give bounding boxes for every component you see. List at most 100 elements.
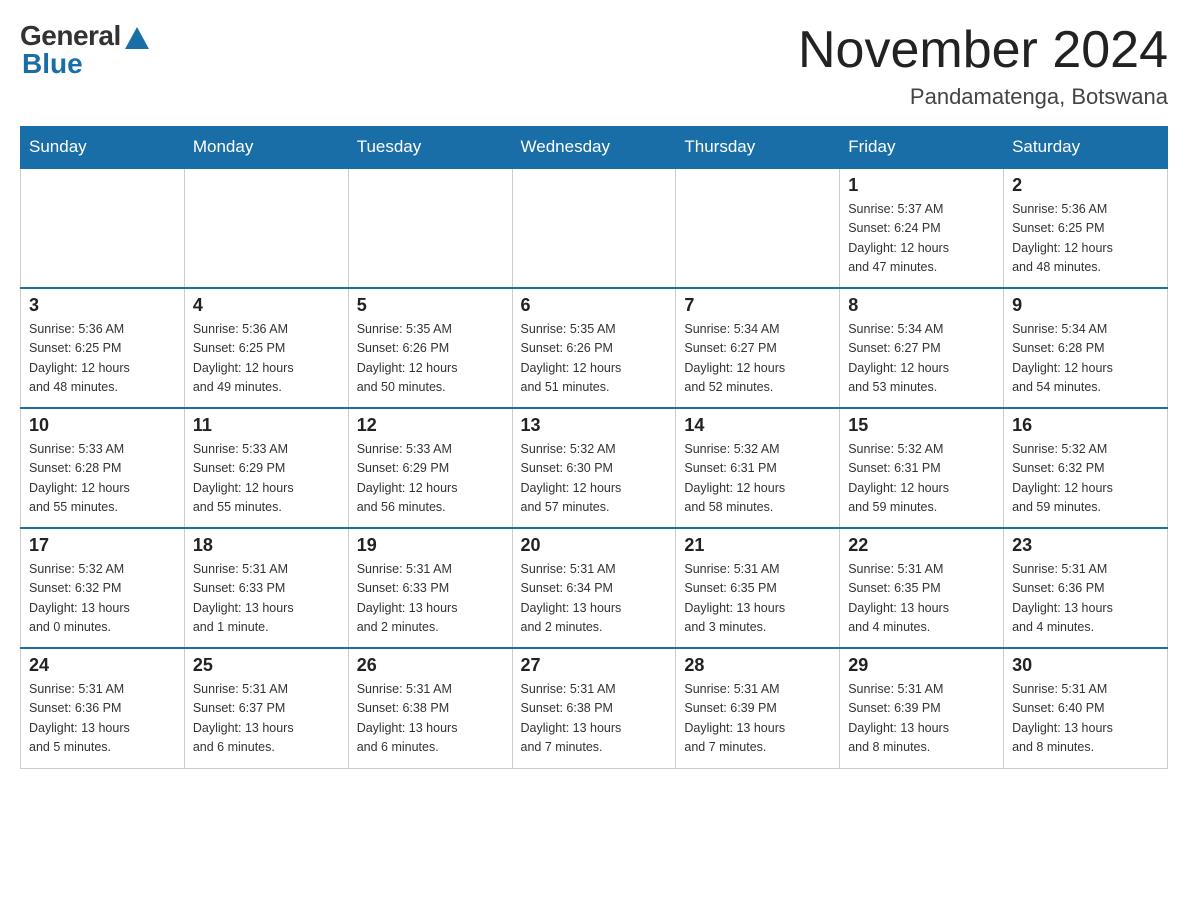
day-info: Sunrise: 5:31 AM Sunset: 6:36 PM Dayligh…: [29, 680, 176, 758]
day-number: 3: [29, 295, 176, 316]
calendar-cell: 24 Sunrise: 5:31 AM Sunset: 6:36 PM Dayli…: [21, 648, 185, 768]
day-info: Sunrise: 5:35 AM Sunset: 6:26 PM Dayligh…: [521, 320, 668, 398]
day-number: 27: [521, 655, 668, 676]
day-number: 16: [1012, 415, 1159, 436]
location-subtitle: Pandamatenga, Botswana: [798, 84, 1168, 110]
day-info: Sunrise: 5:31 AM Sunset: 6:37 PM Dayligh…: [193, 680, 340, 758]
day-number: 30: [1012, 655, 1159, 676]
day-info: Sunrise: 5:36 AM Sunset: 6:25 PM Dayligh…: [1012, 200, 1159, 278]
day-number: 1: [848, 175, 995, 196]
calendar-header-monday: Monday: [184, 127, 348, 169]
day-info: Sunrise: 5:34 AM Sunset: 6:27 PM Dayligh…: [684, 320, 831, 398]
day-number: 15: [848, 415, 995, 436]
calendar-header-saturday: Saturday: [1004, 127, 1168, 169]
calendar-cell: 3 Sunrise: 5:36 AM Sunset: 6:25 PM Daylig…: [21, 288, 185, 408]
day-info: Sunrise: 5:37 AM Sunset: 6:24 PM Dayligh…: [848, 200, 995, 278]
calendar-cell: 9 Sunrise: 5:34 AM Sunset: 6:28 PM Daylig…: [1004, 288, 1168, 408]
calendar-cell: 7Sunrise: 5:34 AM Sunset: 6:27 PM Daylig…: [676, 288, 840, 408]
calendar-cell: 23 Sunrise: 5:31 AM Sunset: 6:36 PM Dayli…: [1004, 528, 1168, 648]
calendar-cell: 10 Sunrise: 5:33 AM Sunset: 6:28 PM Dayli…: [21, 408, 185, 528]
month-title: November 2024: [798, 20, 1168, 80]
day-number: 14: [684, 415, 831, 436]
calendar-week-row-5: 24 Sunrise: 5:31 AM Sunset: 6:36 PM Dayli…: [21, 648, 1168, 768]
day-number: 24: [29, 655, 176, 676]
day-number: 2: [1012, 175, 1159, 196]
day-info: Sunrise: 5:31 AM Sunset: 6:33 PM Dayligh…: [357, 560, 504, 638]
calendar-cell: 15 Sunrise: 5:32 AM Sunset: 6:31 PM Dayli…: [840, 408, 1004, 528]
day-info: Sunrise: 5:36 AM Sunset: 6:25 PM Dayligh…: [193, 320, 340, 398]
calendar-week-row-2: 3 Sunrise: 5:36 AM Sunset: 6:25 PM Daylig…: [21, 288, 1168, 408]
day-number: 12: [357, 415, 504, 436]
day-number: 6: [521, 295, 668, 316]
day-info: Sunrise: 5:31 AM Sunset: 6:36 PM Dayligh…: [1012, 560, 1159, 638]
day-number: 28: [684, 655, 831, 676]
calendar-cell: 21 Sunrise: 5:31 AM Sunset: 6:35 PM Dayli…: [676, 528, 840, 648]
calendar-cell: [512, 168, 676, 288]
day-info: Sunrise: 5:34 AM Sunset: 6:28 PM Dayligh…: [1012, 320, 1159, 398]
calendar-cell: 6 Sunrise: 5:35 AM Sunset: 6:26 PM Daylig…: [512, 288, 676, 408]
calendar-cell: 18Sunrise: 5:31 AM Sunset: 6:33 PM Dayli…: [184, 528, 348, 648]
calendar-header-thursday: Thursday: [676, 127, 840, 169]
day-number: 9: [1012, 295, 1159, 316]
calendar-cell: 12 Sunrise: 5:33 AM Sunset: 6:29 PM Dayli…: [348, 408, 512, 528]
day-number: 20: [521, 535, 668, 556]
day-info: Sunrise: 5:31 AM Sunset: 6:35 PM Dayligh…: [684, 560, 831, 638]
title-area: November 2024 Pandamatenga, Botswana: [798, 20, 1168, 110]
calendar-cell: 13 Sunrise: 5:32 AM Sunset: 6:30 PM Dayli…: [512, 408, 676, 528]
calendar-cell: 4 Sunrise: 5:36 AM Sunset: 6:25 PM Daylig…: [184, 288, 348, 408]
day-number: 29: [848, 655, 995, 676]
calendar-header-friday: Friday: [840, 127, 1004, 169]
calendar-cell: 5Sunrise: 5:35 AM Sunset: 6:26 PM Daylig…: [348, 288, 512, 408]
calendar-cell: 25 Sunrise: 5:31 AM Sunset: 6:37 PM Dayli…: [184, 648, 348, 768]
calendar-cell: 8 Sunrise: 5:34 AM Sunset: 6:27 PM Daylig…: [840, 288, 1004, 408]
day-number: 21: [684, 535, 831, 556]
calendar-cell: 20Sunrise: 5:31 AM Sunset: 6:34 PM Dayli…: [512, 528, 676, 648]
logo: General Blue: [20, 20, 149, 80]
day-number: 4: [193, 295, 340, 316]
calendar-week-row-4: 17Sunrise: 5:32 AM Sunset: 6:32 PM Dayli…: [21, 528, 1168, 648]
day-info: Sunrise: 5:31 AM Sunset: 6:39 PM Dayligh…: [684, 680, 831, 758]
day-info: Sunrise: 5:31 AM Sunset: 6:39 PM Dayligh…: [848, 680, 995, 758]
logo-blue-text: Blue: [22, 48, 83, 80]
calendar-header-tuesday: Tuesday: [348, 127, 512, 169]
day-number: 25: [193, 655, 340, 676]
calendar-cell: [676, 168, 840, 288]
calendar-cell: [348, 168, 512, 288]
day-info: Sunrise: 5:33 AM Sunset: 6:29 PM Dayligh…: [357, 440, 504, 518]
day-number: 10: [29, 415, 176, 436]
day-number: 13: [521, 415, 668, 436]
day-info: Sunrise: 5:32 AM Sunset: 6:31 PM Dayligh…: [848, 440, 995, 518]
calendar-cell: 17Sunrise: 5:32 AM Sunset: 6:32 PM Dayli…: [21, 528, 185, 648]
day-info: Sunrise: 5:35 AM Sunset: 6:26 PM Dayligh…: [357, 320, 504, 398]
day-info: Sunrise: 5:32 AM Sunset: 6:30 PM Dayligh…: [521, 440, 668, 518]
calendar-cell: [184, 168, 348, 288]
day-number: 23: [1012, 535, 1159, 556]
calendar-header-wednesday: Wednesday: [512, 127, 676, 169]
day-info: Sunrise: 5:33 AM Sunset: 6:29 PM Dayligh…: [193, 440, 340, 518]
calendar-cell: 2 Sunrise: 5:36 AM Sunset: 6:25 PM Daylig…: [1004, 168, 1168, 288]
page-header: General Blue November 2024 Pandamatenga,…: [20, 20, 1168, 110]
day-info: Sunrise: 5:34 AM Sunset: 6:27 PM Dayligh…: [848, 320, 995, 398]
calendar-cell: 26 Sunrise: 5:31 AM Sunset: 6:38 PM Dayli…: [348, 648, 512, 768]
calendar-cell: 22Sunrise: 5:31 AM Sunset: 6:35 PM Dayli…: [840, 528, 1004, 648]
day-info: Sunrise: 5:32 AM Sunset: 6:32 PM Dayligh…: [29, 560, 176, 638]
day-number: 26: [357, 655, 504, 676]
calendar-header-row: SundayMondayTuesdayWednesdayThursdayFrid…: [21, 127, 1168, 169]
calendar-cell: [21, 168, 185, 288]
day-info: Sunrise: 5:31 AM Sunset: 6:38 PM Dayligh…: [521, 680, 668, 758]
day-number: 8: [848, 295, 995, 316]
calendar-table: SundayMondayTuesdayWednesdayThursdayFrid…: [20, 126, 1168, 769]
day-info: Sunrise: 5:31 AM Sunset: 6:33 PM Dayligh…: [193, 560, 340, 638]
day-number: 19: [357, 535, 504, 556]
calendar-cell: 19 Sunrise: 5:31 AM Sunset: 6:33 PM Dayli…: [348, 528, 512, 648]
calendar-cell: 30Sunrise: 5:31 AM Sunset: 6:40 PM Dayli…: [1004, 648, 1168, 768]
calendar-cell: 1 Sunrise: 5:37 AM Sunset: 6:24 PM Daylig…: [840, 168, 1004, 288]
calendar-cell: 27 Sunrise: 5:31 AM Sunset: 6:38 PM Dayli…: [512, 648, 676, 768]
day-info: Sunrise: 5:33 AM Sunset: 6:28 PM Dayligh…: [29, 440, 176, 518]
calendar-week-row-1: 1 Sunrise: 5:37 AM Sunset: 6:24 PM Daylig…: [21, 168, 1168, 288]
day-info: Sunrise: 5:36 AM Sunset: 6:25 PM Dayligh…: [29, 320, 176, 398]
calendar-week-row-3: 10 Sunrise: 5:33 AM Sunset: 6:28 PM Dayli…: [21, 408, 1168, 528]
day-info: Sunrise: 5:32 AM Sunset: 6:32 PM Dayligh…: [1012, 440, 1159, 518]
calendar-header-sunday: Sunday: [21, 127, 185, 169]
day-info: Sunrise: 5:31 AM Sunset: 6:38 PM Dayligh…: [357, 680, 504, 758]
